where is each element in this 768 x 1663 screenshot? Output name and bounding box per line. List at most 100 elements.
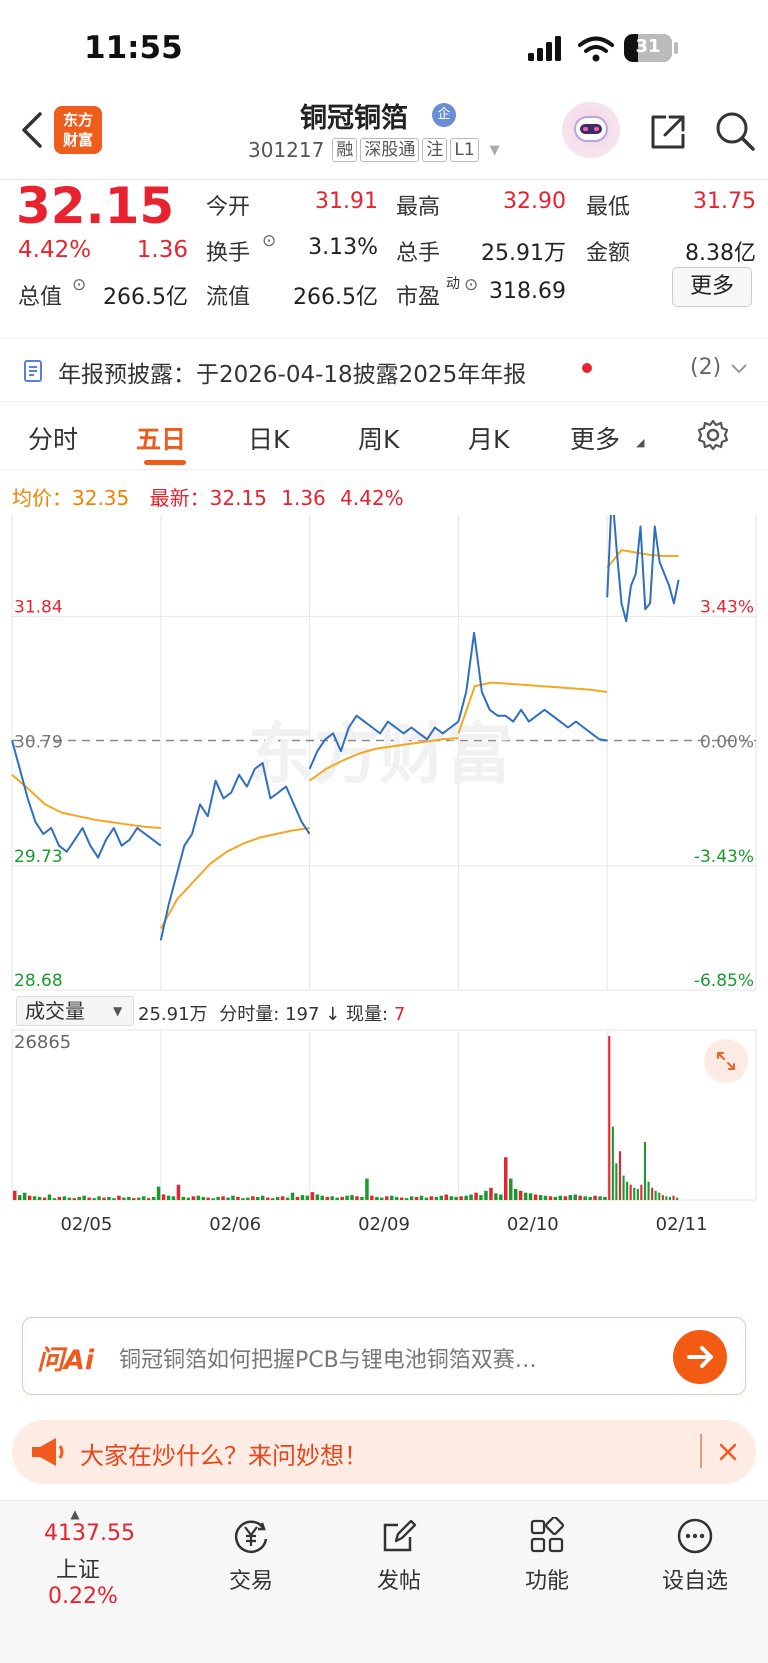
volume-bar	[166, 1195, 171, 1200]
five-day-chart[interactable]: 东方财富 32.9031.8430.7929.7328.68 6.85%3.43…	[0, 490, 768, 1295]
volume-bar	[618, 1151, 621, 1200]
y-tick-left: 29.73	[14, 847, 63, 867]
chevron-down-icon[interactable]	[730, 363, 748, 375]
more-button[interactable]: 更多	[672, 267, 752, 307]
price-line	[606, 490, 680, 623]
volume-bar	[171, 1196, 176, 1200]
share-icon[interactable]	[648, 112, 688, 152]
tab-add-watchlist[interactable]: 设自选	[640, 1517, 750, 1595]
volume-bar	[266, 1197, 270, 1200]
stock-header: 东方 财富 铜冠铜箔 企 301217 融 深股通 注 L1 ▼	[0, 100, 768, 180]
expand-chart-button[interactable]	[704, 1039, 748, 1083]
dropdown-triangle-icon[interactable]: ▼	[490, 143, 500, 158]
open-label: 今开	[206, 195, 251, 220]
volume-bar	[651, 1187, 654, 1200]
promo-banner[interactable]: 大家在炒什么？来问妙想！	[12, 1420, 756, 1484]
current-price: 32.15	[16, 177, 175, 235]
latest-value: 32.15	[209, 486, 267, 510]
info-dots-icon[interactable]: ⊙	[464, 275, 478, 295]
tab-daily-k[interactable]: 日K	[248, 420, 289, 456]
x-axis-dates: 02/05 02/06 02/09 02/10 02/11	[60, 1214, 707, 1235]
info-dots-icon[interactable]: ⊙	[72, 275, 86, 295]
annual-report-notice[interactable]: 年报预披露：于2026-04-18披露2025年年报 (2)	[0, 339, 768, 402]
volume-bar	[611, 1126, 614, 1200]
volume-bar	[290, 1192, 295, 1200]
stock-name[interactable]: 铜冠铜箔	[300, 96, 408, 135]
ai-submit-button[interactable]	[673, 1330, 727, 1384]
tag-connect: 深股通	[360, 138, 420, 162]
volume-bar	[434, 1196, 439, 1200]
turnover-value: 3.13%	[308, 235, 378, 260]
current-volume-label: 现量:	[346, 1004, 389, 1025]
tab-intraday[interactable]: 分时	[28, 420, 78, 456]
volume-bar	[325, 1196, 329, 1200]
volume-bar	[583, 1196, 587, 1200]
volume-bar	[573, 1194, 577, 1200]
arrow-right-icon	[687, 1346, 713, 1368]
tab-weekly-k[interactable]: 周K	[358, 420, 399, 456]
volume-bar	[72, 1198, 76, 1200]
volume-bar	[444, 1194, 448, 1200]
volume-bar	[414, 1196, 419, 1200]
volume-bar	[622, 1175, 625, 1200]
x-date-label: 02/06	[209, 1214, 261, 1235]
volume-bar	[629, 1184, 632, 1200]
volume-bar	[340, 1196, 344, 1200]
tab-monthly-k[interactable]: 月K	[468, 420, 509, 456]
volume-indicator-select[interactable]: 成交量 ▼	[16, 996, 134, 1026]
tab-post[interactable]: 发帖	[344, 1517, 454, 1595]
volume-bar	[52, 1198, 57, 1200]
volume-bar	[479, 1195, 483, 1200]
info-dots-icon[interactable]: ⊙	[262, 231, 276, 251]
volume-bar	[459, 1196, 463, 1200]
volume-bar	[355, 1196, 359, 1200]
y-axis-left: 32.9031.8430.7929.7328.68	[14, 494, 63, 991]
tab-five-day[interactable]: 五日	[136, 420, 186, 456]
ai-question-bar[interactable]: 问Ai 铜冠铜箔如何把握PCB与锂电池铜箔双赛…	[22, 1317, 746, 1395]
price-line	[159, 762, 311, 941]
volume-bar	[598, 1196, 602, 1200]
volume-bar	[176, 1184, 181, 1200]
robot-assistant-icon[interactable]	[562, 102, 620, 158]
volume-bar	[335, 1197, 339, 1200]
volume-bar	[350, 1195, 354, 1200]
volume-bar	[665, 1196, 668, 1200]
notice-count: (2)	[690, 355, 722, 380]
tab-more[interactable]: 更多	[570, 420, 620, 456]
volume-bar	[672, 1195, 675, 1200]
volume-bar	[636, 1189, 639, 1200]
chart-grid	[11, 490, 757, 1201]
avg-latest-info: 均价：32.35 最新：32.15 1.36 4.42%	[12, 482, 404, 511]
settings-gear-icon[interactable]	[696, 418, 730, 452]
avg-price-line	[159, 827, 310, 929]
tab-functions[interactable]: 功能	[492, 1517, 602, 1595]
volume-bar	[661, 1195, 664, 1200]
volume-bar	[543, 1195, 548, 1200]
tab-trade[interactable]: 交易	[196, 1517, 306, 1595]
volume-bar	[92, 1198, 96, 1200]
volume-bar	[241, 1198, 245, 1200]
volume-bar	[509, 1178, 513, 1200]
volume-bar	[300, 1195, 305, 1200]
tab-functions-label: 功能	[524, 1569, 569, 1594]
change-percent: 4.42%	[18, 237, 92, 263]
y-tick-left: 30.79	[14, 733, 63, 753]
stock-code-row[interactable]: 301217 融 深股通 注 L1 ▼	[248, 138, 500, 162]
volume-bar	[654, 1190, 657, 1200]
battery-icon: 31	[624, 34, 672, 62]
five-day-chart-svg[interactable]: 东方财富 32.9031.8430.7929.7328.68 6.85%3.43…	[0, 490, 768, 1295]
high-value: 32.90	[503, 189, 566, 214]
volume-bar	[280, 1196, 285, 1200]
volume-bar	[156, 1186, 161, 1200]
search-icon[interactable]	[714, 110, 756, 152]
volume-bar	[87, 1197, 91, 1200]
index-ticker[interactable]: ▲ 4137.55 上证 0.22%	[30, 1507, 150, 1609]
volume-bar	[399, 1197, 404, 1200]
latest-label: 最新：	[149, 486, 210, 510]
volume-summary: 25.91万 分时量: 197 ↓ 现量: 7	[138, 1000, 405, 1026]
close-icon[interactable]	[718, 1442, 738, 1462]
volume-bar	[236, 1196, 240, 1200]
volume-bar	[261, 1195, 265, 1200]
back-arrow-icon[interactable]	[18, 110, 44, 150]
volume-bars	[13, 1036, 679, 1200]
